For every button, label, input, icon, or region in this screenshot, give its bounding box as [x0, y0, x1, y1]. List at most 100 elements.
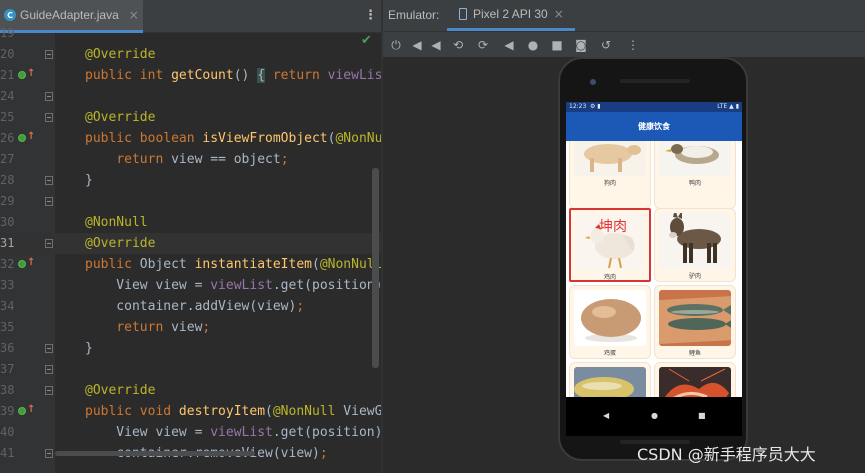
phone-frame: 12:23 ⚙ ▮ LTE ▲ ▮ 健康饮食 狗肉 鸭肉 坤肉 鸡肉 驴肉 鸡蛋 鲤鱼 ◀ … — [558, 57, 748, 461]
fold-marker-icon[interactable] — [45, 176, 53, 185]
food-label: 鸭肉 — [688, 180, 701, 187]
vertical-scrollbar[interactable] — [372, 168, 379, 368]
volume-down-icon[interactable]: ◀ — [409, 37, 425, 53]
code-line[interactable]: 30 @NonNull — [0, 212, 381, 233]
nav-recents-icon[interactable]: ■ — [698, 411, 706, 420]
rotate-right-icon[interactable]: ⟳ — [475, 37, 491, 53]
override-marker-icon[interactable]: ↑ — [18, 404, 35, 417]
nav-back-icon[interactable]: ◀ — [603, 411, 609, 420]
tab-menu-icon[interactable]: ⋮ — [364, 8, 377, 23]
code-text[interactable]: return view; — [85, 317, 210, 338]
horizontal-scrollbar[interactable] — [55, 451, 255, 456]
line-number: 20 — [0, 47, 15, 61]
watermark: CSDN @新手程序员大大 — [637, 445, 816, 464]
code-line[interactable]: 27 return view == object; — [0, 149, 381, 170]
food-label: 鲤鱼 — [688, 350, 701, 357]
device-tab-label: Pixel 2 API 30 — [473, 7, 548, 21]
back-icon[interactable]: ◀ — [501, 37, 517, 53]
code-line[interactable]: 32 ↑ public Object instantiateItem(@NonNul… — [0, 254, 381, 275]
code-line[interactable]: 26 ↑ public boolean isViewFromObject(@NonN… — [0, 128, 381, 149]
food-item-shrimp[interactable] — [654, 362, 736, 397]
code-line[interactable]: 35 return view; — [0, 317, 381, 338]
overview-icon[interactable]: ■ — [549, 37, 565, 53]
phone-screen[interactable]: 12:23 ⚙ ▮ LTE ▲ ▮ 健康饮食 狗肉 鸭肉 坤肉 鸡肉 驴肉 鸡蛋 鲤鱼 ◀ … — [566, 102, 742, 436]
food-item-donkey-meat[interactable]: 驴肉 — [654, 208, 736, 282]
code-line[interactable]: 38 @Override — [0, 380, 381, 401]
food-item-fish[interactable] — [569, 362, 651, 397]
override-marker-icon[interactable]: ↑ — [18, 257, 35, 270]
code-text[interactable]: @NonNull — [85, 212, 148, 233]
signal-battery-icons: LTE ▲ ▮ — [717, 103, 739, 110]
code-text[interactable]: } — [85, 338, 93, 359]
code-line[interactable]: 34 container.addView(view); — [0, 296, 381, 317]
code-text[interactable]: container.addView(view); — [85, 296, 304, 317]
code-line[interactable]: 24 — [0, 86, 381, 107]
screenshot-icon[interactable]: ◙ — [573, 37, 589, 53]
code-line[interactable]: 25 @Override — [0, 107, 381, 128]
line-number: 36 — [0, 341, 15, 355]
tab-pixel-2-api-30[interactable]: Pixel 2 API 30 × — [447, 0, 575, 31]
code-text[interactable]: View view = viewList.get(position); — [85, 275, 381, 296]
code-text[interactable]: @Override — [85, 380, 155, 401]
line-number: 33 — [0, 278, 15, 292]
home-icon[interactable]: ● — [525, 37, 541, 53]
code-text[interactable]: public Object instantiateItem(@NonNull — [85, 254, 381, 275]
line-number: 37 — [0, 362, 15, 376]
code-line[interactable]: 37 — [0, 359, 381, 380]
override-marker-icon[interactable]: ↑ — [18, 131, 35, 144]
more-icon[interactable]: ⋮ — [625, 37, 641, 53]
close-tab-icon[interactable]: × — [554, 7, 564, 21]
code-text[interactable]: @Override — [85, 233, 155, 254]
nav-home-icon[interactable]: ● — [651, 411, 658, 420]
food-item-egg[interactable]: 鸡蛋 — [569, 285, 651, 359]
food-item-duck-meat[interactable]: 鸭肉 — [654, 141, 736, 209]
fold-marker-icon[interactable] — [45, 386, 53, 395]
fold-marker-icon[interactable] — [45, 197, 53, 206]
food-item-carp[interactable]: 鲤鱼 — [654, 285, 736, 359]
code-line[interactable]: 21 ↑ public int getCount() { return viewLi… — [0, 65, 381, 86]
power-icon[interactable]: ⏻ — [388, 37, 404, 53]
code-text[interactable]: public void destroyItem(@NonNull ViewGr — [85, 401, 381, 422]
emulator-toolbar: ⏻ ◀ ◀ ⟲ ⟳ ◀ ● ■ ◙ ↺ ⋮ — [383, 31, 865, 57]
restore-icon[interactable]: ↺ — [598, 37, 614, 53]
code-line[interactable]: 39 ↑ public void destroyItem(@NonNull View… — [0, 401, 381, 422]
food-item-chicken-meat[interactable]: 坤肉 鸡肉 — [569, 208, 651, 282]
code-line[interactable]: 29 — [0, 191, 381, 212]
code-text[interactable]: @Override — [85, 107, 155, 128]
code-text[interactable]: View view = viewList.get(position); — [85, 422, 381, 443]
emulator-tab-bar: Emulator: Pixel 2 API 30 × — [383, 0, 865, 31]
code-line[interactable]: 28} — [0, 170, 381, 191]
line-number: 19 — [0, 26, 15, 40]
code-text[interactable]: return view == object; — [85, 149, 288, 170]
fold-marker-icon[interactable] — [45, 239, 53, 248]
code-text[interactable]: @Override — [85, 44, 155, 65]
code-editor[interactable]: C GuideAdapter.java × ⋮ ✔ 19 20 @Override 2… — [0, 0, 381, 473]
code-text[interactable]: public boolean isViewFromObject(@NonNull — [85, 128, 381, 149]
dog-meat-image — [574, 141, 646, 176]
duck-meat-image — [659, 141, 731, 176]
fold-marker-icon[interactable] — [45, 92, 53, 101]
java-class-icon: C — [4, 9, 16, 21]
volume-up-icon[interactable]: ◀ — [428, 37, 444, 53]
fold-marker-icon[interactable] — [45, 344, 53, 353]
code-line[interactable]: 20 @Override — [0, 44, 381, 65]
overlay-label: 坤肉 — [599, 219, 627, 235]
code-line[interactable]: 40 View view = viewList.get(position); — [0, 422, 381, 443]
food-item-dog-meat[interactable]: 狗肉 — [569, 141, 651, 209]
code-line[interactable]: 36} — [0, 338, 381, 359]
fold-marker-icon[interactable] — [45, 449, 53, 458]
fold-marker-icon[interactable] — [45, 50, 53, 59]
code-text[interactable]: } — [85, 170, 93, 191]
close-tab-icon[interactable]: × — [129, 8, 139, 22]
code-text[interactable]: public int getCount() { return viewList — [85, 65, 381, 86]
food-grid[interactable]: 狗肉鸭肉坤肉 鸡肉 驴肉 鸡蛋鲤鱼 — [566, 141, 742, 397]
emulator-label: Emulator: — [388, 8, 440, 22]
code-line[interactable]: 31 @Override — [0, 233, 381, 254]
egg-image — [574, 290, 646, 346]
rotate-left-icon[interactable]: ⟲ — [450, 37, 466, 53]
override-marker-icon[interactable]: ↑ — [18, 68, 35, 81]
code-line[interactable]: 33 View view = viewList.get(position); — [0, 275, 381, 296]
fold-marker-icon[interactable] — [45, 113, 53, 122]
fold-marker-icon[interactable] — [45, 365, 53, 374]
code-line[interactable]: 19 — [0, 23, 381, 44]
